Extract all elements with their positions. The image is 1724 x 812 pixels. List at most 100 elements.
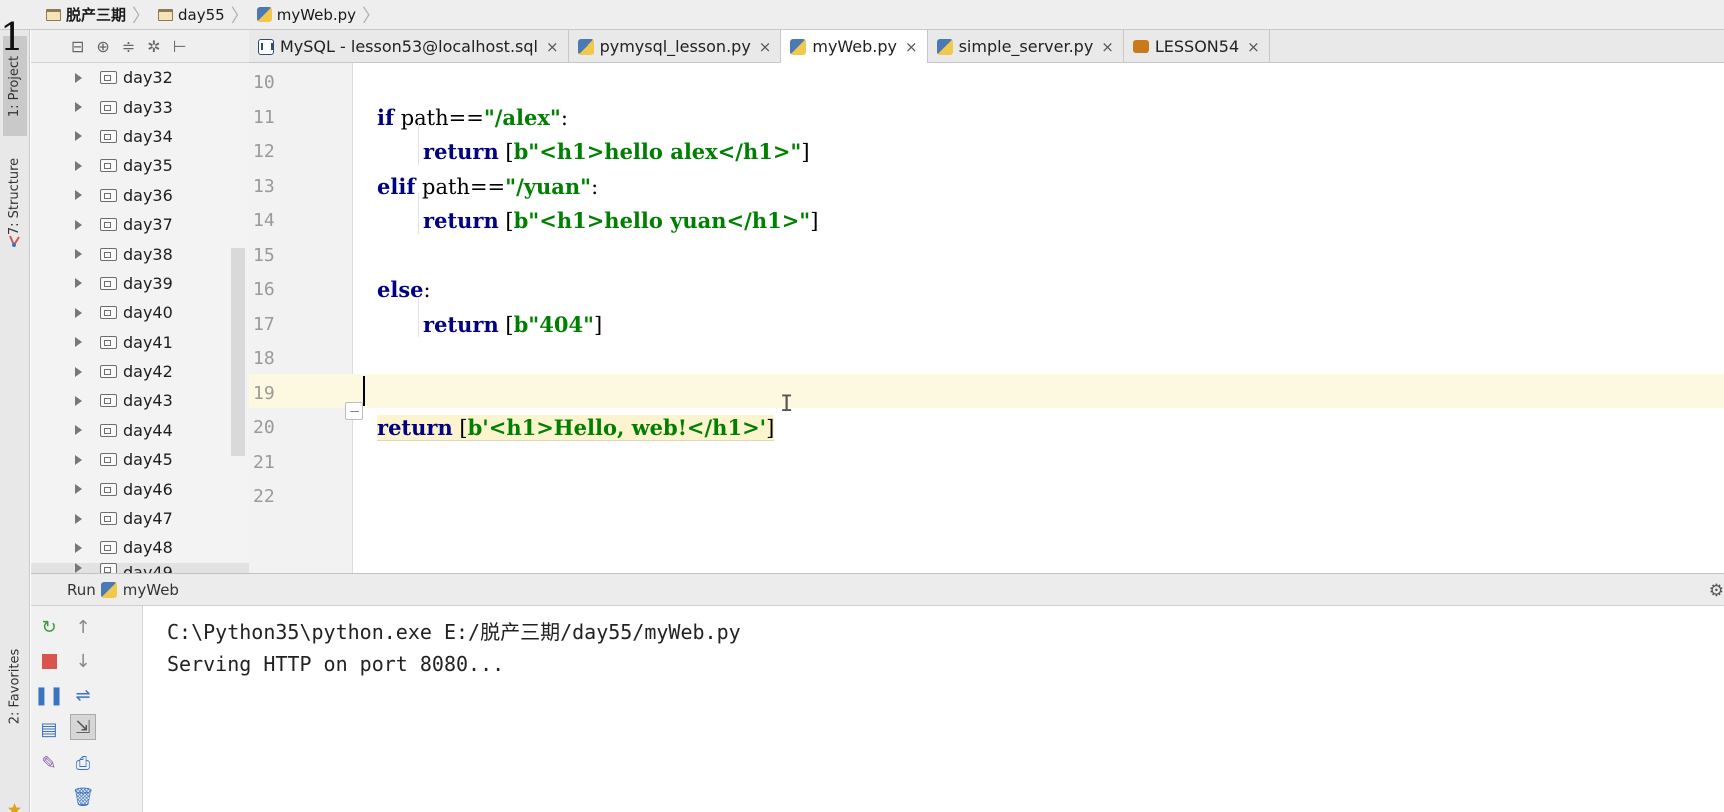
line-number: 15 [253, 244, 275, 266]
code-line: 16 else: [249, 270, 1724, 305]
structure-icon [9, 235, 20, 247]
code-keyword: return [377, 415, 453, 440]
collapse-icon[interactable]: ≑ [122, 37, 135, 56]
expand-arrow-icon[interactable] [75, 454, 82, 465]
code-editor[interactable]: 10 11 if path=="/alex": 12 return [b"<h1>hel… [249, 63, 1724, 573]
code-line: 17 return [b"404"] [249, 305, 1724, 340]
tree-item[interactable]: day48 [31, 533, 249, 562]
pause-button[interactable]: ❚❚ [34, 682, 64, 708]
expand-arrow-icon[interactable] [75, 249, 82, 260]
tree-item-label: day35 [123, 156, 173, 176]
chevron-right-icon: 〉 [132, 5, 151, 27]
expand-arrow-icon[interactable] [75, 190, 82, 201]
code-string: b"<h1>hello yuan</h1>" [513, 208, 811, 233]
run-console[interactable]: C:\Python35\python.exe E:/脱产三期/day55/myW… [143, 606, 1724, 812]
locate-icon[interactable]: ⊕ [96, 37, 109, 56]
breadcrumb-item-project[interactable]: 脱产三期 [38, 0, 134, 30]
tree-item[interactable]: day37 [31, 210, 249, 239]
scroll-down-button[interactable]: ↓ [70, 648, 96, 674]
breadcrumb-item-file[interactable]: myWeb.py [249, 0, 364, 30]
pin-icon[interactable]: ✎ [36, 750, 62, 776]
tree-item[interactable]: day34 [31, 122, 249, 151]
indent-guide [418, 193, 419, 234]
editor-tab[interactable]: myWeb.py × [781, 30, 928, 63]
code-keyword: else [377, 277, 424, 302]
tree-item[interactable]: day43 [31, 386, 249, 415]
tree-item[interactable]: day44 [31, 416, 249, 445]
scroll-to-end-button[interactable]: ⇲ [70, 714, 96, 740]
clear-all-button[interactable]: 🗑 [70, 784, 96, 810]
tab-label: MySQL - lesson53@localhost.sql [280, 37, 538, 56]
editor-tab[interactable]: simple_server.py × [928, 30, 1124, 63]
expand-arrow-icon[interactable] [75, 278, 82, 289]
expand-arrow-icon[interactable] [75, 102, 82, 113]
tree-item[interactable]: day46 [31, 474, 249, 503]
editor-tab[interactable]: pymysql_lesson.py × [569, 30, 782, 63]
close-icon[interactable]: × [759, 38, 772, 56]
code-text: elif path=="/yuan": [377, 174, 598, 199]
editor-tab[interactable]: MySQL - lesson53@localhost.sql × [249, 30, 569, 63]
expand-arrow-icon[interactable] [75, 366, 82, 377]
rerun-button[interactable]: ↻ [36, 614, 62, 640]
code-plain: path== [415, 174, 506, 199]
close-icon[interactable]: × [546, 38, 559, 56]
expand-arrow-icon[interactable] [75, 484, 82, 495]
stop-button[interactable] [36, 648, 62, 674]
tab-label: pymysql_lesson.py [599, 37, 751, 56]
expand-arrow-icon[interactable] [75, 513, 82, 524]
line-number: 21 [253, 451, 275, 473]
tree-item[interactable]: day42 [31, 357, 249, 386]
tree-item[interactable]: day49 [31, 562, 249, 573]
expand-arrow-icon[interactable] [75, 562, 82, 573]
breadcrumb-item-folder[interactable]: day55 [150, 0, 233, 30]
layout-icon[interactable]: ⊟ [71, 37, 84, 56]
scroll-up-button[interactable]: ↑ [70, 614, 96, 640]
tree-item-label: day48 [123, 538, 173, 558]
tree-item[interactable]: day36 [31, 181, 249, 210]
expand-arrow-icon[interactable] [75, 307, 82, 318]
close-icon[interactable]: × [1247, 38, 1260, 56]
code-text: return [b"<h1>hello alex</h1>"] [423, 139, 810, 164]
fold-marker-icon[interactable] [345, 402, 363, 420]
tree-item[interactable]: day32 [31, 63, 249, 92]
tree-item[interactable]: day33 [31, 92, 249, 121]
tree-item[interactable]: day39 [31, 269, 249, 298]
dump-threads-button[interactable]: ▤ [36, 716, 62, 742]
print-button[interactable]: ⎙ [70, 750, 96, 776]
expand-arrow-icon[interactable] [75, 337, 82, 348]
editor-tabs: MySQL - lesson53@localhost.sql × pymysql_l… [249, 30, 1724, 63]
tree-item-label: day32 [123, 68, 173, 88]
expand-arrow-icon[interactable] [75, 131, 82, 142]
run-config-name[interactable]: myWeb [123, 581, 179, 599]
code-string: b"<h1>hello alex</h1>" [513, 139, 802, 164]
expand-arrow-icon[interactable] [75, 425, 82, 436]
code-line: 20 return [b'<h1>Hello, web!</h1>'] [249, 408, 1724, 443]
settings-icon[interactable]: ✲ [147, 37, 160, 56]
code-keyword: return [423, 311, 499, 337]
tree-item[interactable]: day40 [31, 298, 249, 327]
tree-item[interactable]: day41 [31, 328, 249, 357]
expand-arrow-icon[interactable] [75, 72, 82, 83]
expand-arrow-icon[interactable] [75, 160, 82, 171]
gear-icon[interactable]: ⚙ [1709, 581, 1724, 601]
project-scrollbar[interactable] [231, 248, 245, 456]
tree-item[interactable]: day45 [31, 445, 249, 474]
tool-tab-favorites[interactable]: 2: Favorites [3, 630, 27, 742]
soft-wrap-button[interactable]: ⇌ [70, 682, 96, 708]
tree-item[interactable]: day35 [31, 151, 249, 180]
close-icon[interactable]: × [905, 38, 918, 56]
hide-icon[interactable]: ⊢ [173, 37, 187, 56]
code-line: 10 [249, 63, 1724, 98]
expand-arrow-icon[interactable] [75, 395, 82, 406]
project-toolbar: ⊟ ⊕ ≑ ✲ ⊢ [31, 30, 249, 63]
expand-arrow-icon[interactable] [75, 542, 82, 553]
stray-text: 1 [0, 15, 25, 59]
run-panel-header: Run myWeb ⚙ [31, 573, 1724, 606]
breadcrumb-label: day55 [178, 5, 225, 24]
tree-item[interactable]: day38 [31, 239, 249, 268]
editor-tab[interactable]: LESSON54 × [1124, 30, 1270, 63]
expand-arrow-icon[interactable] [75, 219, 82, 230]
code-text: else: [377, 277, 431, 302]
close-icon[interactable]: × [1101, 38, 1114, 56]
tree-item[interactable]: day47 [31, 504, 249, 533]
